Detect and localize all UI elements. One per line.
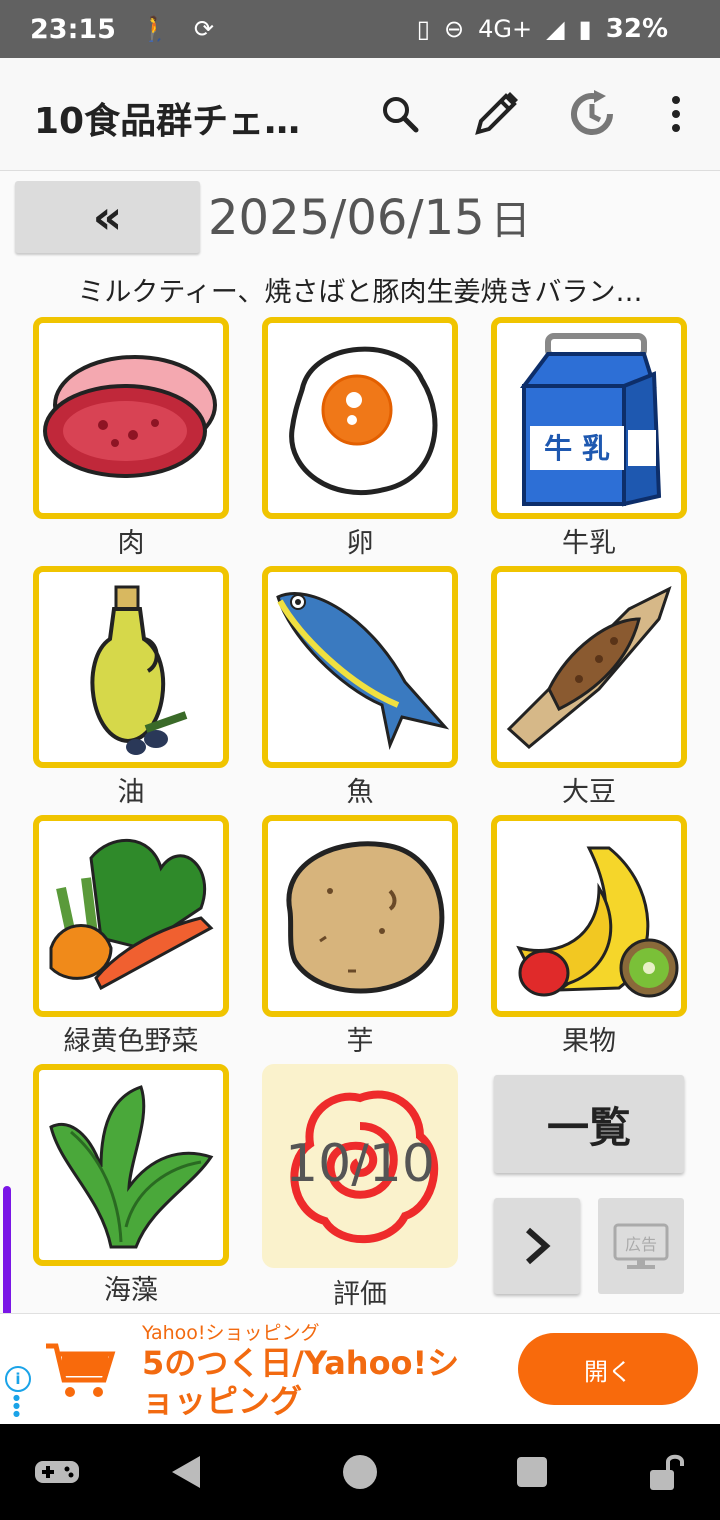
potato-icon — [262, 815, 458, 1017]
food-card-fish[interactable]: 魚 — [262, 566, 458, 808]
monitor-ad-icon: 広告 — [613, 1223, 669, 1269]
food-label: 果物 — [562, 1026, 616, 1057]
carton-text: 牛 乳 — [544, 432, 610, 465]
food-card-fruits[interactable]: 果物 — [491, 815, 687, 1057]
ad-button[interactable]: 広告 — [598, 1198, 684, 1294]
home-nav-icon[interactable] — [336, 1450, 384, 1494]
evaluation-card[interactable]: 10/10 — [262, 1064, 458, 1268]
nfc-icon: ⟳ — [193, 15, 214, 43]
olive-oil-icon — [33, 566, 229, 768]
egg-icon — [262, 317, 458, 519]
info-icon[interactable]: i — [5, 1366, 31, 1392]
dnd-icon: ⊖ — [443, 15, 465, 43]
ad-source: Yahoo!ショッピング — [142, 1322, 320, 1344]
food-card-green-yellow-vegetables[interactable]: 緑黄色野菜 — [33, 815, 229, 1057]
food-card-milk[interactable]: 牛 乳 牛乳 — [491, 317, 687, 559]
vibrate-icon: ▯ — [416, 15, 430, 43]
food-card-seaweed[interactable]: 海藻 — [33, 1064, 229, 1306]
history-icon[interactable] — [564, 86, 620, 142]
more-vert-icon[interactable] — [648, 86, 704, 142]
status-time: 23:15 — [30, 13, 116, 45]
next-button[interactable] — [494, 1198, 580, 1294]
walking-icon: 🚶 — [139, 15, 170, 43]
food-label: 卵 — [346, 528, 374, 559]
evaluation-label: 評価 — [333, 1279, 387, 1310]
fish-icon — [262, 566, 458, 768]
more-dots-icon: ● ● ● — [13, 1393, 20, 1418]
evaluation-score: 10/10 — [285, 1134, 435, 1194]
food-label: 魚 — [346, 777, 374, 808]
ad-open-button[interactable]: 開く — [518, 1333, 698, 1405]
ad-banner[interactable]: i ● ● ● Yahoo!ショッピング 5のつく日/Yahoo!ショッピング 開く — [0, 1313, 720, 1424]
search-icon[interactable] — [372, 86, 428, 142]
back-nav-icon[interactable] — [162, 1450, 210, 1494]
date-text: 2025/06/15 — [208, 190, 485, 246]
previous-day-button[interactable]: « — [15, 181, 200, 253]
fruits-icon — [491, 815, 687, 1017]
status-bar: 23:15 🚶 ⟳ ▯ ⊖ 4G+ ◢ ▮ 32% — [0, 0, 720, 58]
gamepad-icon[interactable] — [33, 1450, 81, 1494]
navigation-bar — [0, 1424, 720, 1520]
recents-nav-icon[interactable] — [508, 1450, 556, 1494]
ad-headline[interactable]: 5のつく日/Yahoo!ショッピング — [142, 1344, 472, 1420]
food-label: 緑黄色野菜 — [63, 1026, 199, 1057]
food-label: 油 — [117, 777, 145, 808]
food-label: 大豆 — [562, 777, 616, 808]
seaweed-icon — [33, 1064, 229, 1266]
food-card-egg[interactable]: 卵 — [262, 317, 458, 559]
milk-carton-icon: 牛 乳 — [491, 317, 687, 519]
chevron-right-icon — [526, 1227, 551, 1265]
weekday-text: 日 — [490, 198, 531, 244]
meal-summary: ミルクティー、焼さばと豚肉生姜焼きバラン… — [77, 277, 643, 308]
unlock-icon[interactable] — [642, 1450, 690, 1494]
shopping-cart-icon — [46, 1343, 116, 1397]
meat-icon — [33, 317, 229, 519]
network-label: 4G+ — [478, 15, 533, 43]
app-bar: 10食品群チェ… — [0, 58, 720, 171]
food-label: 牛乳 — [562, 528, 616, 559]
food-label: 肉 — [117, 528, 145, 559]
battery-level: 32% — [605, 14, 668, 44]
list-button[interactable]: 一覧 — [494, 1075, 684, 1173]
food-label: 芋 — [346, 1026, 374, 1057]
battery-icon: ▮ — [578, 15, 592, 43]
food-label: 海藻 — [104, 1275, 158, 1306]
app-title: 10食品群チェ… — [34, 101, 301, 142]
food-card-potato[interactable]: 芋 — [262, 815, 458, 1057]
vegetables-icon — [33, 815, 229, 1017]
ad-button-label: 広告 — [625, 1235, 657, 1254]
food-card-oil[interactable]: 油 — [33, 566, 229, 808]
food-card-meat[interactable]: 肉 — [33, 317, 229, 559]
natto-icon — [491, 566, 687, 768]
food-card-soybean[interactable]: 大豆 — [491, 566, 687, 808]
edit-icon[interactable] — [468, 86, 524, 142]
signal-icon: ◢ — [546, 15, 565, 43]
date-display[interactable]: 2025/06/15 日 — [208, 188, 531, 246]
